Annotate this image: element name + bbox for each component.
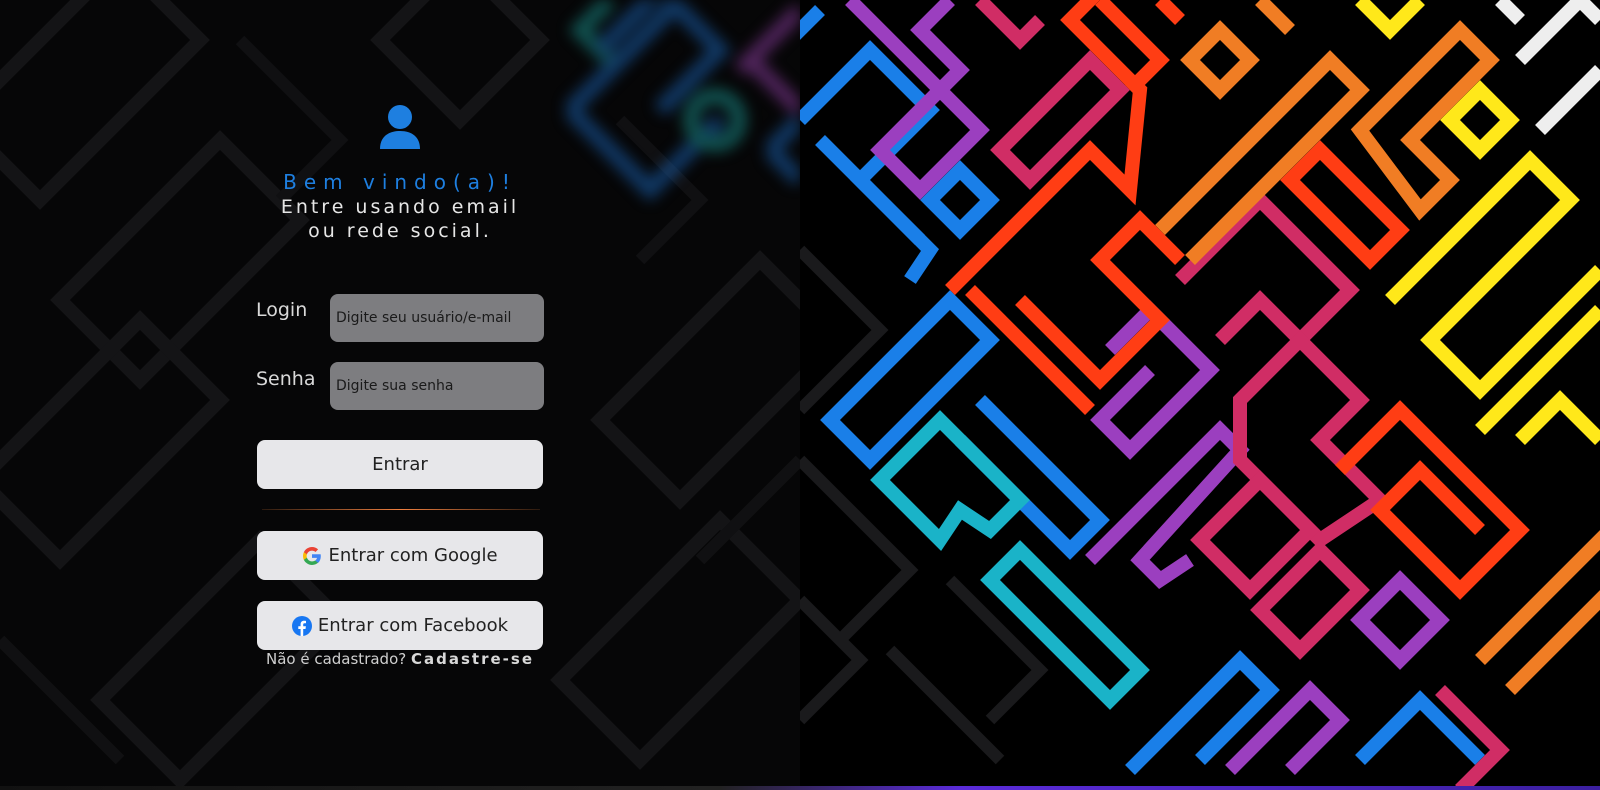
- password-label: Senha: [256, 368, 316, 390]
- login-subtitle: Entre usando email ou rede social.: [280, 196, 520, 242]
- signup-prompt-text: Não é cadastrado?: [265, 650, 407, 668]
- login-label: Login: [256, 299, 308, 321]
- password-input[interactable]: [330, 362, 544, 410]
- welcome-title: Bem vindo(a)!: [283, 170, 517, 194]
- facebook-login-label: Entrar com Facebook: [317, 615, 509, 636]
- divider: [262, 509, 540, 510]
- signup-prompt: Não é cadastrado? Cadastre-se: [250, 650, 550, 668]
- bottom-border: [0, 786, 1600, 790]
- google-login-label: Entrar com Google: [328, 545, 498, 566]
- maze-artwork: [800, 0, 1600, 790]
- submit-button-label: Entrar: [372, 454, 428, 475]
- facebook-login-button[interactable]: Entrar com Facebook: [257, 601, 543, 650]
- login-panel: Bem vindo(a)! Entre usando email ou rede…: [0, 0, 800, 790]
- google-login-button[interactable]: Entrar com Google: [257, 531, 543, 580]
- facebook-icon: [291, 615, 312, 636]
- login-input[interactable]: [330, 294, 544, 342]
- login-page: Bem vindo(a)! Entre usando email ou rede…: [0, 0, 1600, 790]
- submit-button[interactable]: Entrar: [257, 440, 543, 489]
- user-icon: [380, 105, 420, 149]
- signup-link[interactable]: Cadastre-se: [411, 650, 534, 668]
- google-icon: [303, 546, 322, 565]
- decorative-maze-panel: [800, 0, 1600, 790]
